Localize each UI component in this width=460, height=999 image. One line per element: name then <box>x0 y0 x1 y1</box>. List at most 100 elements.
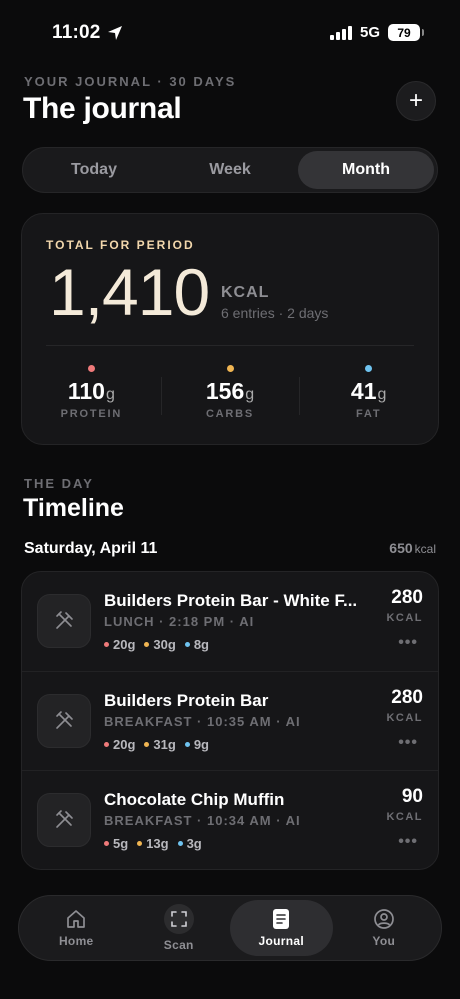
period-summary-card: TOTAL FOR PERIOD 1,410 KCAL 6 entries · … <box>21 213 439 445</box>
protein-label: PROTEIN <box>60 408 123 420</box>
protein-amount: 110 <box>67 378 105 404</box>
entry-kcal-unit: KCAL <box>386 811 423 823</box>
status-indicators: 5G 79 <box>329 24 424 41</box>
day-total: 650 kcal <box>389 540 436 556</box>
battery-icon: 79 <box>388 24 424 41</box>
entry-kcal: 90 <box>401 786 423 807</box>
macro-totals: 110g PROTEIN 156g CARBS 41g FAT <box>22 357 438 427</box>
segment-week-label: Week <box>209 161 251 178</box>
fat-label: FAT <box>356 408 382 420</box>
segment-month-label: Month <box>342 161 390 178</box>
tab-scan-label: Scan <box>163 938 194 952</box>
summary-unit: KCAL <box>221 284 270 301</box>
tab-home[interactable]: Home <box>25 900 128 956</box>
entry-protein: 5g <box>104 836 128 851</box>
entries-list: Builders Protein Bar - White F... LUNCH … <box>21 571 439 870</box>
entry-meta: BREAKFAST · 10:35 AM · AI <box>104 713 301 729</box>
location-arrow-icon <box>107 26 122 40</box>
entry-carbs-value: 13g <box>146 836 169 851</box>
entry-carbs: 30g <box>144 637 176 652</box>
scan-icon <box>163 904 194 934</box>
summary-entries-days: 6 entries · 2 days <box>221 305 329 321</box>
carbs-dot-icon <box>144 642 150 647</box>
list-item[interactable]: Builders Protein Bar - White F... LUNCH … <box>22 572 438 672</box>
fat-amount: 41 <box>350 378 377 404</box>
entry-fat-value: 9g <box>193 736 209 752</box>
page-title: The journal <box>23 92 182 125</box>
entry-kcal: 280 <box>391 587 423 608</box>
protein-dot-icon <box>104 741 109 747</box>
entry-protein-value: 20g <box>113 637 136 652</box>
protein-dot-icon <box>87 365 95 372</box>
fat-unit: g <box>377 386 387 403</box>
journal-eyebrow: YOUR JOURNAL · 30 DAYS <box>24 74 237 89</box>
entry-kcal-unit: KCAL <box>386 612 423 624</box>
entry-carbs-value: 31g <box>153 736 176 752</box>
tab-journal[interactable]: Journal <box>230 900 333 956</box>
protein-dot-icon <box>104 642 109 647</box>
day-total-value: 650 <box>389 540 413 556</box>
entry-carbs: 13g <box>137 836 169 851</box>
entry-fat-value: 3g <box>186 836 202 851</box>
period-segmented-control: Today Week Month <box>22 147 438 193</box>
protein-value: 110g <box>22 378 161 405</box>
entry-protein: 20g <box>104 637 135 652</box>
summary-eyebrow: TOTAL FOR PERIOD <box>46 238 195 252</box>
plus-icon: + <box>408 87 423 114</box>
timeline-eyebrow: THE DAY <box>24 476 94 491</box>
entry-carbs: 31g <box>144 736 176 752</box>
home-icon <box>67 910 86 928</box>
entry-fat-value: 8g <box>193 637 209 652</box>
fat-value: 41g <box>299 378 438 405</box>
entry-name: Chocolate Chip Muffin <box>104 790 285 809</box>
entry-meta: BREAKFAST · 10:34 AM · AI <box>104 813 301 828</box>
status-time-text: 11:02 <box>52 22 101 43</box>
tab-scan[interactable]: Scan <box>128 900 231 956</box>
segment-month[interactable]: Month <box>298 151 434 189</box>
tab-journal-label: Journal <box>258 934 304 948</box>
utensils-icon <box>37 594 91 648</box>
journal-icon <box>273 909 290 929</box>
day-header: Saturday, April 11 650 kcal <box>24 540 436 558</box>
entry-fat: 8g <box>184 637 209 652</box>
entry-protein-value: 20g <box>113 736 136 752</box>
entry-macros: 5g 13g 3g <box>104 836 202 851</box>
entry-macros: 20g 31g 9g <box>104 737 209 752</box>
carbs-value: 156g <box>161 378 300 405</box>
network-label: 5G <box>359 24 380 41</box>
tab-home-label: Home <box>58 934 94 948</box>
tab-you-label: You <box>372 934 396 948</box>
carbs-dot-icon <box>137 841 143 846</box>
utensils-icon <box>37 693 91 748</box>
more-options-icon[interactable]: ••• <box>398 634 418 652</box>
list-item[interactable]: Builders Protein Bar BREAKFAST · 10:35 A… <box>22 672 438 771</box>
entry-name: Builders Protein Bar <box>104 690 269 710</box>
fat-dot-icon <box>184 642 190 647</box>
segment-today-label: Today <box>71 161 117 178</box>
carbs-amount: 156 <box>205 378 245 404</box>
macro-fat: 41g FAT <box>299 357 438 427</box>
battery-level: 79 <box>397 25 411 40</box>
protein-unit: g <box>105 386 115 403</box>
more-options-icon[interactable]: ••• <box>398 734 418 752</box>
fat-dot-icon <box>177 841 183 846</box>
summary-divider <box>46 345 414 346</box>
segment-today[interactable]: Today <box>26 151 162 189</box>
entry-carbs-value: 30g <box>153 637 176 652</box>
more-options-icon[interactable]: ••• <box>398 833 418 851</box>
carbs-unit: g <box>245 386 255 403</box>
entry-macros: 20g 30g 8g <box>104 637 209 652</box>
protein-dot-icon <box>104 841 109 846</box>
entry-fat: 9g <box>184 736 209 752</box>
day-total-unit: kcal <box>414 542 436 556</box>
macro-protein: 110g PROTEIN <box>22 357 161 427</box>
list-item[interactable]: Chocolate Chip Muffin BREAKFAST · 10:34 … <box>22 771 438 869</box>
segment-week[interactable]: Week <box>162 151 298 189</box>
status-time: 11:02 <box>52 22 123 44</box>
signal-icon <box>329 25 352 40</box>
utensils-icon <box>37 793 91 847</box>
tab-you[interactable]: You <box>333 900 436 956</box>
bottom-tab-bar: Home Scan Journal You <box>18 895 442 961</box>
add-entry-button[interactable]: + <box>396 81 436 121</box>
entry-kcal: 280 <box>391 686 423 708</box>
